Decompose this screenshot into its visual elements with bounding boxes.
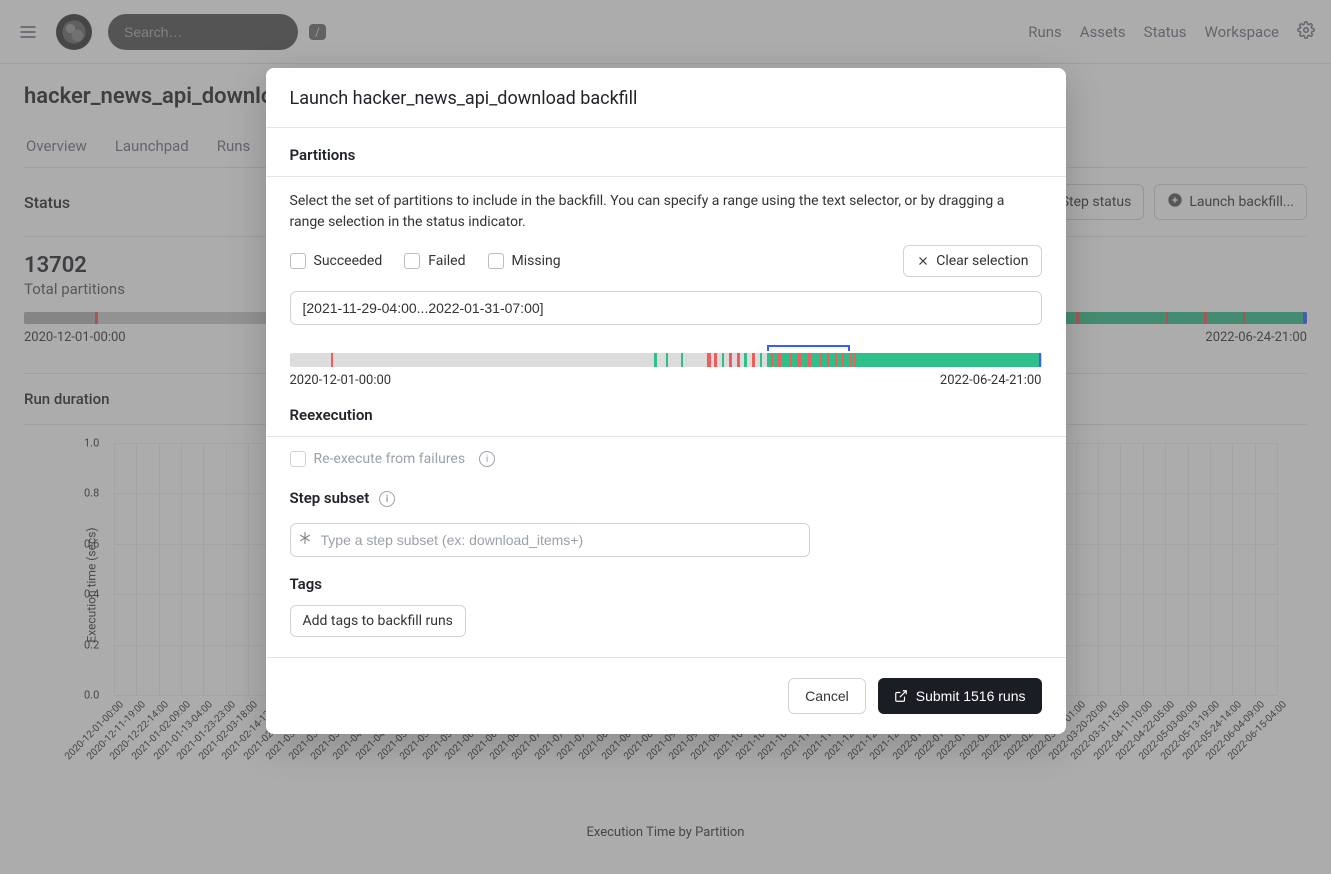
launch-backfill-modal: Launch hacker_news_api_download backfill… xyxy=(266,68,1066,734)
cancel-button[interactable]: Cancel xyxy=(788,678,866,714)
checkbox-reexecute: Re-execute from failures i xyxy=(290,451,1042,467)
modal-timeline[interactable] xyxy=(290,353,1042,367)
info-icon[interactable]: i xyxy=(379,491,395,507)
section-tags: Tags xyxy=(290,557,1042,605)
section-reexecution: Reexecution xyxy=(290,388,1042,436)
modal-timeline-end: 2022-06-24-21:00 xyxy=(940,373,1042,388)
partition-range-input[interactable] xyxy=(290,291,1042,325)
step-subset-input[interactable] xyxy=(290,523,810,557)
add-tags-button[interactable]: Add tags to backfill runs xyxy=(290,605,466,637)
info-icon[interactable]: i xyxy=(479,451,495,467)
asterisk-icon xyxy=(298,531,312,549)
close-icon xyxy=(916,254,930,268)
checkbox-missing[interactable]: Missing xyxy=(488,253,561,269)
modal-title: Launch hacker_news_api_download backfill xyxy=(266,68,1066,128)
section-partitions: Partitions xyxy=(290,128,1042,176)
section-step-subset: Step subset i xyxy=(290,471,1042,519)
checkbox-succeeded[interactable]: Succeeded xyxy=(290,253,383,269)
launch-icon xyxy=(894,689,908,703)
selection-marker xyxy=(290,345,1042,351)
partitions-helper: Select the set of partitions to include … xyxy=(290,177,1042,245)
modal-timeline-start: 2020-12-01-00:00 xyxy=(290,373,392,388)
submit-button[interactable]: Submit 1516 runs xyxy=(878,678,1042,714)
checkbox-failed[interactable]: Failed xyxy=(404,253,465,269)
clear-selection-button[interactable]: Clear selection xyxy=(903,245,1041,277)
modal-overlay: Launch hacker_news_api_download backfill… xyxy=(0,0,1331,874)
